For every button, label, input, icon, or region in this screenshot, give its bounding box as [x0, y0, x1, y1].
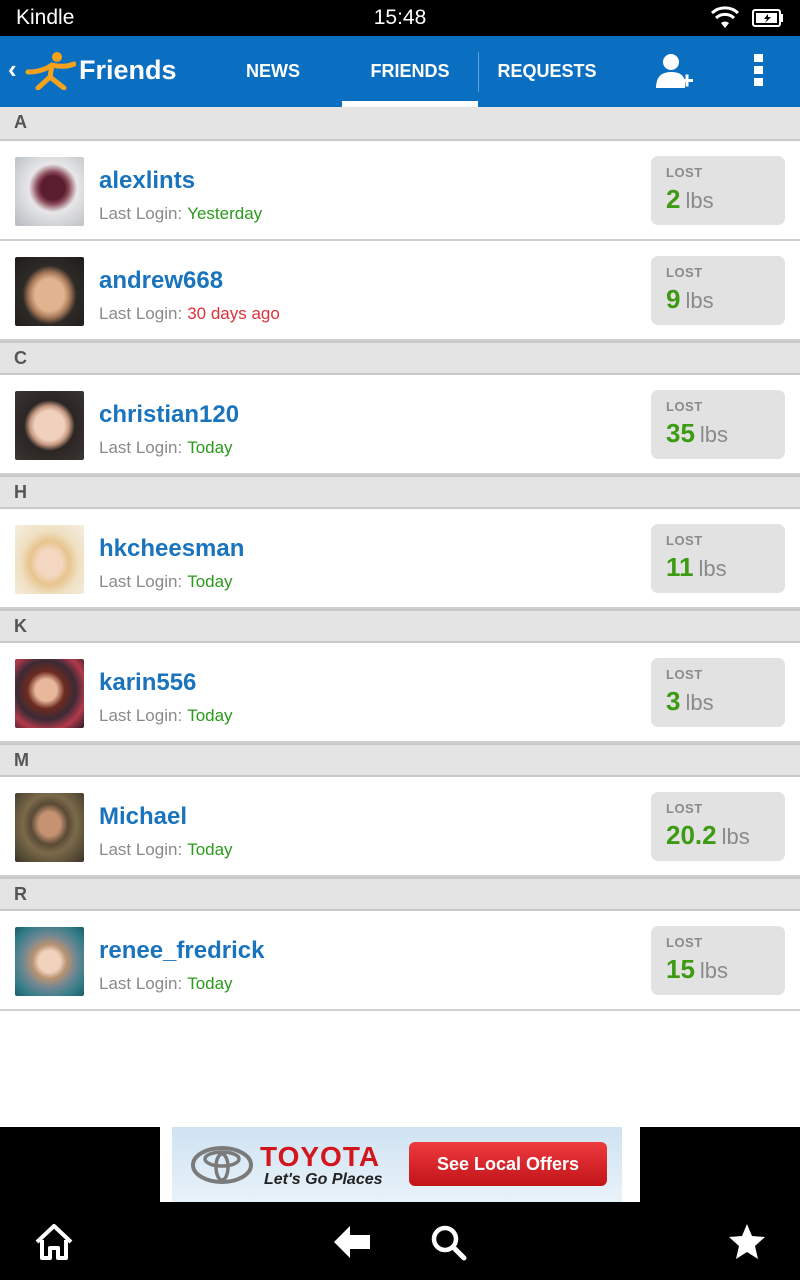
friend-row[interactable]: christian120 Last Login: Today LOST 35 lbs	[0, 375, 800, 475]
friend-row[interactable]: hkcheesman Last Login: Today LOST 11 lbs	[0, 509, 800, 609]
friend-row[interactable]: andrew668 Last Login: 30 days ago LOST 9l…	[0, 241, 800, 341]
search-icon[interactable]	[428, 1222, 468, 1262]
last-login: Last Login: Today	[99, 974, 233, 993]
friend-username[interactable]: christian120	[99, 401, 239, 429]
add-friend-icon[interactable]	[654, 52, 694, 90]
lost-label: LOST	[666, 935, 703, 950]
weight-lost-badge: LOST 11 lbs	[651, 524, 785, 593]
avatar	[15, 793, 84, 862]
friend-username[interactable]: karin556	[99, 669, 196, 697]
last-login: Last Login: 30 days ago	[99, 304, 280, 323]
ad-brand: TOYOTA	[260, 1141, 381, 1172]
last-login: Last Login: Today	[99, 438, 233, 457]
friend-row[interactable]: karin556 Last Login: Today LOST 3 lbs	[0, 643, 800, 743]
page-title: Friends	[79, 55, 177, 85]
lost-label: LOST	[666, 165, 703, 180]
lost-label: LOST	[666, 399, 703, 414]
section-header: H	[0, 475, 800, 509]
last-login-value: Today	[187, 438, 233, 457]
lost-value: 20.2 lbs	[666, 820, 750, 850]
favorites-star-icon[interactable]	[727, 1222, 767, 1262]
ad-area: TOYOTA Let's Go Places See Local Offers	[0, 1127, 800, 1202]
overflow-menu-icon[interactable]	[750, 54, 766, 88]
lost-value: 35 lbs	[666, 418, 729, 448]
friend-row[interactable]: alexlints Last Login: Yesterday LOST 2 lbs	[0, 141, 800, 241]
lost-label: LOST	[666, 801, 703, 816]
last-login-value: Today	[187, 706, 233, 725]
avatar	[15, 659, 84, 728]
section-header: M	[0, 743, 800, 777]
weight-lost-badge: LOST 2 lbs	[651, 156, 785, 225]
lost-value: 15 lbs	[666, 954, 729, 984]
clock: 15:48	[373, 6, 427, 29]
section-header: R	[0, 877, 800, 911]
ad-tagline: Let's Go Places	[264, 1171, 383, 1188]
last-login: Last Login: Today	[99, 706, 233, 725]
weight-lost-badge: LOST 35 lbs	[651, 390, 785, 459]
lost-value: 2 lbs	[666, 184, 714, 214]
weight-lost-badge: LOST 3 lbs	[651, 658, 785, 727]
home-icon[interactable]	[34, 1222, 74, 1262]
avatar	[15, 157, 84, 226]
tab-requests[interactable]: REQUESTS	[478, 36, 616, 107]
toyota-logo-icon	[191, 1146, 253, 1184]
tab-friends[interactable]: FRIENDS	[342, 36, 478, 107]
weight-lost-badge: LOST 9 lbs	[651, 256, 785, 325]
tab-news[interactable]: NEWS	[205, 36, 341, 107]
avatar	[15, 927, 84, 996]
friend-username[interactable]: andrew668	[99, 267, 223, 295]
friend-username[interactable]: hkcheesman	[99, 535, 244, 563]
last-login: Last Login: Today	[99, 572, 233, 591]
ad-background: TOYOTA Let's Go Places See Local Offers	[172, 1127, 622, 1202]
last-login-value: Today	[187, 572, 233, 591]
friend-username[interactable]: alexlints	[99, 167, 195, 195]
lost-value: 3 lbs	[666, 686, 714, 716]
running-man-logo-icon[interactable]	[24, 50, 76, 90]
action-bar: ‹ Friends NEWS FRIENDS REQUESTS	[0, 36, 800, 107]
up-navigation-chevron[interactable]: ‹	[8, 54, 17, 85]
avatar	[15, 525, 84, 594]
friend-username[interactable]: Michael	[99, 803, 187, 831]
friend-row[interactable]: Michael Last Login: Today LOST 20.2 lbs	[0, 777, 800, 877]
avatar	[15, 391, 84, 460]
last-login-value: 30 days ago	[187, 304, 280, 323]
ad-banner[interactable]: TOYOTA Let's Go Places See Local Offers	[160, 1127, 640, 1202]
battery-icon	[752, 9, 783, 27]
last-login: Last Login: Yesterday	[99, 204, 263, 223]
wifi-icon	[710, 6, 740, 28]
lost-value: 9 lbs	[666, 284, 714, 314]
last-login-value: Yesterday	[187, 204, 263, 223]
ad-cta-button[interactable]: See Local Offers	[409, 1142, 607, 1186]
friend-username[interactable]: renee_fredrick	[99, 937, 264, 965]
last-login-value: Today	[187, 840, 233, 859]
lost-value: 11 lbs	[666, 552, 727, 582]
lost-label: LOST	[666, 265, 703, 280]
section-header: C	[0, 341, 800, 375]
section-header: A	[0, 107, 800, 141]
weight-lost-badge: LOST 15 lbs	[651, 926, 785, 995]
last-login-value: Today	[187, 974, 233, 993]
last-login: Last Login: Today	[99, 840, 233, 859]
lost-label: LOST	[666, 667, 703, 682]
lost-label: LOST	[666, 533, 703, 548]
system-nav-bar	[0, 1202, 800, 1280]
status-bar: Kindle 15:48	[0, 0, 800, 36]
back-arrow-icon[interactable]	[332, 1222, 372, 1262]
section-header: K	[0, 609, 800, 643]
weight-lost-badge: LOST 20.2 lbs	[651, 792, 785, 861]
avatar	[15, 257, 84, 326]
friends-list: A alexlints Last Login: Yesterday LOST 2l…	[0, 107, 800, 1011]
friend-row[interactable]: renee_fredrick Last Login: Today LOST 15 l…	[0, 911, 800, 1011]
